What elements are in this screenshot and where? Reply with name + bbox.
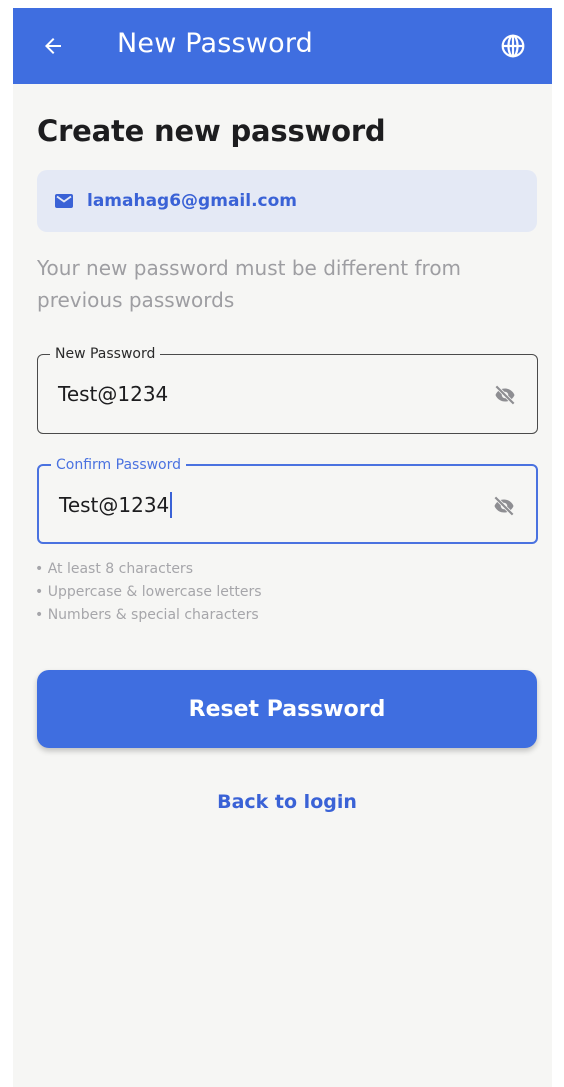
eye-off-icon — [494, 384, 516, 406]
email-chip: lamahag6@gmail.com — [37, 170, 537, 232]
arrow-left-icon — [45, 38, 61, 54]
new-password-label: New Password — [50, 345, 161, 363]
page-heading: Create new password — [37, 114, 386, 148]
password-requirements: • At least 8 characters • Uppercase & lo… — [35, 558, 262, 627]
text-cursor — [170, 491, 173, 518]
confirm-password-input[interactable]: Test@1234 — [59, 490, 173, 520]
app-bar: New Password — [13, 8, 552, 84]
requirement-item: • Uppercase & lowercase letters — [35, 584, 262, 600]
toggle-visibility-button[interactable] — [491, 381, 519, 409]
mail-icon — [55, 191, 75, 211]
requirement-item: • Numbers & special characters — [35, 607, 259, 623]
new-password-field[interactable]: New Password Test@1234 — [37, 345, 538, 434]
back-to-login-link[interactable]: Back to login — [13, 791, 552, 813]
email-address: lamahag6@gmail.com — [87, 191, 297, 211]
password-hint: Your new password must be different from… — [37, 256, 462, 312]
screen: New Password Create new password lamahag… — [13, 8, 552, 1087]
requirement-item: • At least 8 characters — [35, 561, 193, 577]
toggle-visibility-button[interactable] — [490, 492, 518, 520]
confirm-password-field[interactable]: Confirm Password Test@1234 — [37, 456, 538, 544]
back-button[interactable] — [37, 30, 69, 62]
new-password-value[interactable]: Test@1234 — [58, 379, 168, 409]
language-button[interactable] — [497, 30, 529, 62]
confirm-password-label: Confirm Password — [51, 456, 187, 474]
eye-off-icon — [493, 495, 515, 517]
reset-password-button[interactable]: Reset Password — [37, 670, 537, 748]
app-bar-title: New Password — [117, 28, 313, 59]
confirm-password-value: Test@1234 — [59, 493, 170, 517]
globe-icon — [501, 34, 525, 58]
